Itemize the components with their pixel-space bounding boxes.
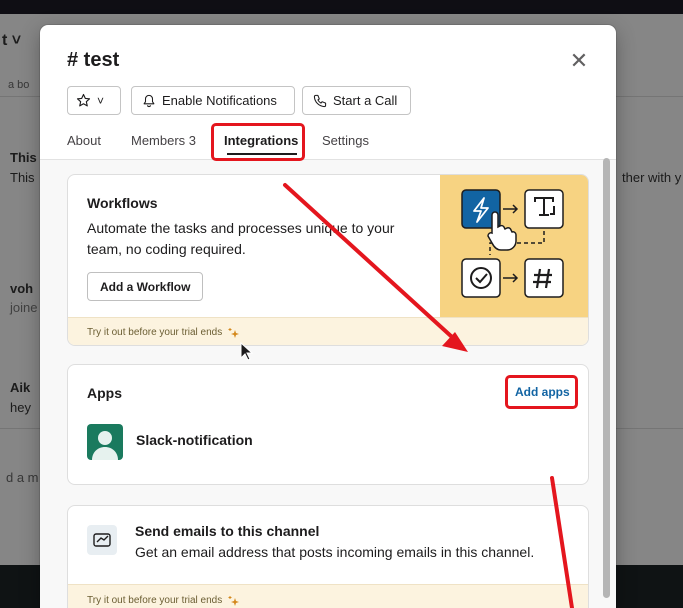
workflows-illustration (440, 175, 588, 317)
active-tab-indicator (227, 153, 297, 155)
channel-details-modal: # test ✕ ˅ Enable Notifications Start a … (40, 25, 616, 608)
tab-integrations[interactable]: Integrations (224, 133, 298, 148)
sparkle-icon (228, 595, 240, 606)
enable-notifications-button[interactable]: Enable Notifications (131, 86, 295, 115)
apps-card: Apps Add apps Slack-notification (67, 364, 589, 485)
start-call-button[interactable]: Start a Call (302, 86, 411, 115)
scrollbar[interactable] (603, 158, 610, 598)
workflows-title: Workflows (87, 195, 158, 211)
workflows-trial-banner: Try it out before your trial ends (68, 317, 588, 345)
cursor-icon (240, 342, 254, 361)
close-icon: ✕ (569, 48, 589, 73)
add-apps-link[interactable]: Add apps (515, 385, 570, 399)
tab-settings[interactable]: Settings (322, 133, 369, 148)
workflows-trial-text: Try it out before your trial ends (87, 327, 223, 338)
hash-tile (524, 258, 564, 298)
check-tile (461, 258, 501, 298)
email-trial-banner: Try it out before your trial ends (68, 584, 588, 608)
apps-title: Apps (87, 385, 122, 401)
app-list-item[interactable]: Slack-notification (136, 432, 253, 448)
start-call-label: Start a Call (333, 93, 398, 108)
workflows-card: Workflows Automate the tasks and process… (67, 174, 589, 346)
tab-members[interactable]: Members 3 (131, 133, 196, 148)
star-icon (76, 93, 91, 107)
workflow-diagram (461, 189, 564, 298)
bell-icon (143, 94, 155, 107)
sparkle-icon (228, 327, 240, 338)
email-description: Get an email address that posts incoming… (135, 544, 535, 560)
phone-icon (313, 94, 327, 107)
email-trial-text: Try it out before your trial ends (87, 595, 223, 606)
star-button[interactable]: ˅ (67, 86, 121, 115)
email-title: Send emails to this channel (135, 523, 320, 539)
chevron-down-icon: ˅ (97, 93, 105, 108)
email-icon (87, 525, 117, 555)
workflows-description: Automate the tasks and processes unique … (87, 220, 395, 257)
add-workflow-button[interactable]: Add a Workflow (87, 272, 204, 301)
app-avatar-icon (87, 424, 123, 460)
channel-title: # test (67, 49, 120, 71)
close-button[interactable]: ✕ (569, 48, 589, 73)
enable-notifications-label: Enable Notifications (162, 93, 277, 108)
email-card: Send emails to this channel Get an email… (67, 505, 589, 608)
pointer-hand-icon (487, 211, 517, 251)
tab-about[interactable]: About (67, 133, 101, 148)
